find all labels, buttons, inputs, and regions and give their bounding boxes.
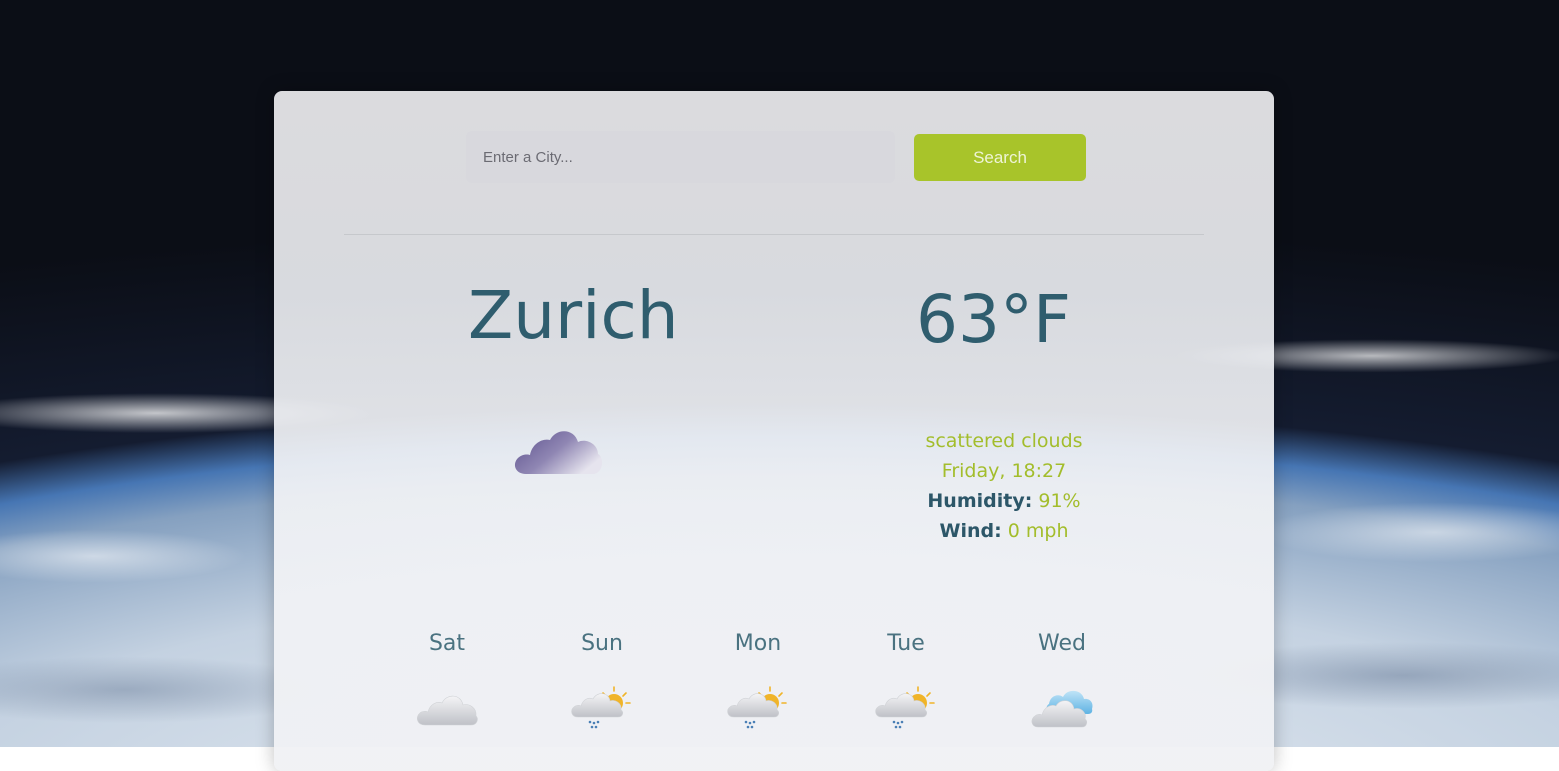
clouds-icon [1031, 690, 1093, 728]
forecast-day: Tue [851, 631, 961, 729]
weather-card: Search Zurich 63°F scattered clouds Frid… [274, 91, 1274, 771]
forecast-day: Sat [392, 631, 502, 729]
datetime-text: Friday, 18:27 [941, 460, 1067, 482]
forecast-day: Sun [547, 631, 657, 729]
forecast-day-name: Mon [734, 631, 782, 656]
weather-details: scattered clouds Friday, 18:27 Humidity:… [874, 426, 1134, 546]
forecast-day-name: Sat [428, 631, 466, 656]
sun-rain-cloud-icon [727, 686, 787, 729]
forecast-day-name: Wed [1038, 631, 1086, 656]
cloud-icon [416, 695, 478, 726]
condition-text: scattered clouds [925, 430, 1083, 452]
cloud-icon [514, 431, 603, 474]
search-button[interactable]: Search [914, 134, 1086, 181]
humidity-row: Humidity: 91% [874, 486, 1134, 516]
wind-row: Wind: 0 mph [874, 516, 1134, 546]
city-name: Zurich [468, 277, 679, 354]
wind-value: 0 mph [1007, 520, 1069, 542]
city-search-input[interactable] [466, 131, 895, 183]
current-temperature: 63°F [916, 281, 1071, 358]
forecast-day: Mon [703, 631, 813, 729]
forecast-day-name: Tue [887, 631, 925, 656]
forecast-day: Wed [1007, 631, 1117, 729]
humidity-value: 91% [1038, 490, 1081, 512]
humidity-label: Humidity: [927, 490, 1033, 512]
sun-rain-cloud-icon [571, 686, 631, 729]
sun-rain-cloud-icon [875, 686, 935, 729]
forecast-day-name: Sun [581, 631, 623, 656]
wind-label: Wind: [939, 520, 1002, 542]
forecast-strip: Sat Sun Mon Tue Wed [392, 631, 1152, 751]
divider [344, 234, 1204, 235]
